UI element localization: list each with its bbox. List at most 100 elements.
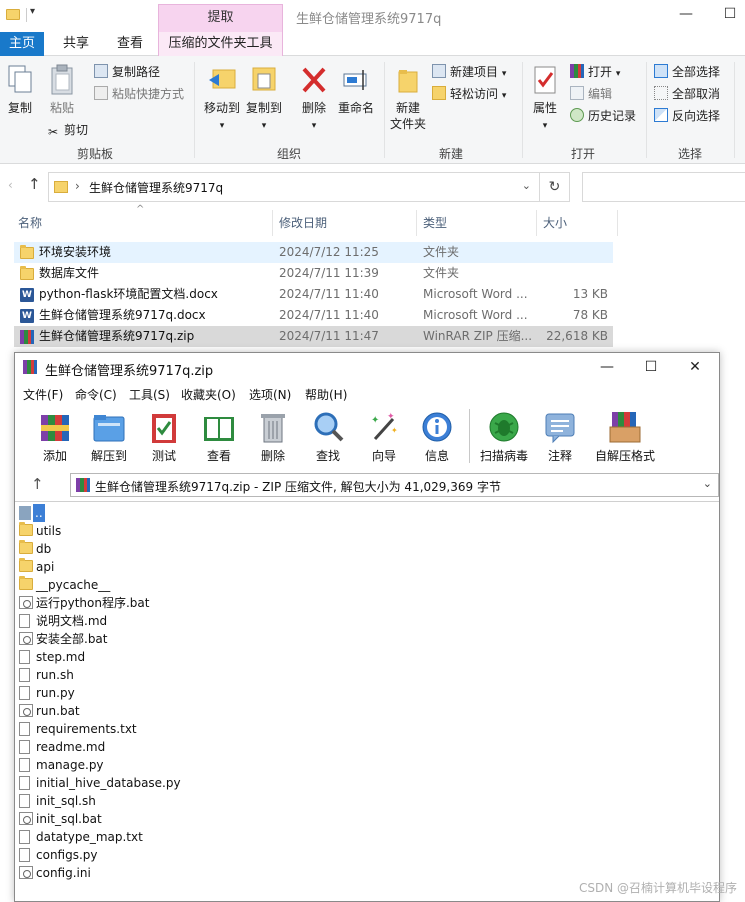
tab-share[interactable]: 共享 (52, 32, 100, 56)
column-header-date[interactable]: 修改日期 (279, 210, 327, 236)
search-input[interactable] (582, 172, 745, 202)
address-dropdown-icon[interactable]: ⌄ (522, 179, 531, 192)
tab-view[interactable]: 查看 (106, 32, 154, 56)
new-item-button[interactable]: 新建项目 ▾ (432, 62, 506, 82)
column-divider[interactable] (536, 210, 537, 236)
edit-icon (570, 86, 584, 100)
sfx-button[interactable]: 自解压格式 (593, 409, 657, 464)
info-button[interactable]: 信息 (419, 409, 455, 464)
file-icon (19, 758, 30, 772)
move-to-button[interactable]: 移动到 ▾ (202, 64, 242, 134)
chevron-down-icon[interactable]: ⌄ (703, 477, 712, 490)
parent-folder-icon (19, 506, 31, 520)
toolbar-divider (26, 8, 27, 22)
quick-access-folder-icon[interactable] (6, 9, 20, 20)
copy-icon (8, 65, 32, 93)
address-path[interactable]: 生鲜仓储管理系统9717q (89, 179, 223, 196)
address-bar[interactable]: › 生鲜仓储管理系统9717q ⌄ (48, 172, 540, 202)
virus-scan-button[interactable]: 扫描病毒 (479, 409, 529, 464)
wizard-button[interactable]: ✦ ✦ ✦ 向导 (365, 409, 403, 464)
back-chevron-icon[interactable]: ‹ (8, 178, 13, 192)
delete-archive-button[interactable]: 删除 (255, 409, 291, 464)
column-divider[interactable] (416, 210, 417, 236)
comment-button[interactable]: 注释 (541, 409, 579, 464)
column-header-type[interactable]: 类型 (423, 210, 447, 236)
file-row[interactable]: 生鲜仓储管理系统9717q.zip 2024/7/11 11:47 WinRAR… (14, 326, 613, 347)
easy-access-button[interactable]: 轻松访问 ▾ (432, 84, 506, 104)
new-group-label: 新建 (438, 147, 463, 161)
file-row[interactable]: W python-flask环境配置文档.docx 2024/7/11 11:4… (14, 284, 613, 305)
wizard-label: 向导 (371, 449, 396, 463)
copy-button[interactable]: 复制 (4, 64, 36, 116)
properties-dropdown-icon: ▾ (542, 121, 548, 131)
menu-options[interactable]: 选项(N) (249, 386, 291, 403)
paste-button[interactable]: 粘贴 (46, 64, 78, 116)
test-button[interactable]: 测试 (147, 409, 181, 464)
file-type: Microsoft Word ... (423, 287, 528, 301)
file-row[interactable]: 环境安装环境 2024/7/12 11:25 文件夹 (14, 242, 613, 263)
entry-name: api (36, 560, 55, 574)
menu-help[interactable]: 帮助(H) (305, 386, 347, 403)
minimize-icon[interactable]: — (676, 6, 696, 26)
quick-access-dropdown-icon[interactable]: ▾ (30, 6, 35, 17)
entry-name: db (36, 542, 52, 556)
menu-file[interactable]: 文件(F) (23, 386, 63, 403)
view-button[interactable]: 查看 (197, 409, 241, 464)
open-button[interactable]: 打开 ▾ (570, 62, 620, 82)
minimize-icon[interactable]: — (597, 359, 617, 379)
view-book-icon (204, 417, 234, 441)
file-date: 2024/7/12 11:25 (279, 245, 379, 259)
test-clipboard-icon (152, 414, 176, 443)
menu-tools[interactable]: 工具(S) (129, 386, 170, 403)
copy-to-button[interactable]: 复制到 ▾ (244, 64, 284, 134)
context-tab-extract[interactable]: 提取 (158, 4, 283, 32)
entry-name: .. (33, 504, 45, 522)
extract-to-button[interactable]: 解压到 (89, 409, 129, 464)
column-divider[interactable] (272, 210, 273, 236)
up-arrow-icon[interactable]: ↑ (31, 475, 44, 493)
refresh-icon[interactable]: ↻ (540, 172, 570, 202)
svg-text:✦: ✦ (387, 412, 395, 422)
breadcrumb-chevron-icon[interactable]: › (75, 179, 80, 193)
new-folder-button[interactable]: 新建 文件夹 (390, 64, 426, 132)
menu-commands[interactable]: 命令(C) (75, 386, 117, 403)
close-icon[interactable]: ✕ (685, 359, 705, 379)
invert-selection-button[interactable]: 反向选择 (654, 106, 720, 126)
add-button[interactable]: 添加 (35, 409, 75, 464)
ribbon-divider (522, 62, 523, 158)
archive-path-text: 生鲜仓储管理系统9717q.zip - ZIP 压缩文件, 解包大小为 41,0… (95, 480, 501, 494)
delete-button[interactable]: 删除 ▾ (296, 64, 332, 134)
file-row[interactable]: 数据库文件 2024/7/11 11:39 文件夹 (14, 263, 613, 284)
new-item-label: 新建项目 (450, 65, 499, 79)
winrar-archive-icon (76, 478, 90, 492)
copy-path-button[interactable]: 复制路径 (94, 62, 160, 82)
paste-shortcut-button[interactable]: 粘贴快捷方式 (94, 84, 184, 104)
address-navbar: ‹ ↑ › 生鲜仓储管理系统9717q ⌄ ↻ (0, 170, 745, 204)
column-divider[interactable] (617, 210, 618, 236)
column-header-size[interactable]: 大小 (543, 210, 567, 236)
rename-button[interactable]: 重命名 (336, 64, 376, 116)
maximize-icon[interactable]: ☐ (720, 6, 740, 26)
file-row[interactable]: W 生鲜仓储管理系统9717q.docx 2024/7/11 11:40 Mic… (14, 305, 613, 326)
column-header-name[interactable]: 名称 (18, 210, 42, 236)
tab-compressed-folder-tools[interactable]: 压缩的文件夹工具 (158, 32, 283, 56)
entry-name: manage.py (36, 758, 104, 772)
menu-favorites[interactable]: 收藏夹(O) (181, 386, 236, 403)
find-button[interactable]: 查找 (309, 409, 347, 464)
edit-button[interactable]: 编辑 (570, 84, 612, 104)
tab-home[interactable]: 主页 (0, 32, 44, 56)
properties-label: 属性 (532, 101, 557, 115)
rename-label: 重命名 (337, 101, 374, 115)
select-none-button[interactable]: 全部取消 (654, 84, 720, 104)
file-type: 文件夹 (423, 245, 460, 259)
cut-button[interactable]: ✂ 剪切 (46, 120, 88, 140)
select-all-button[interactable]: 全部选择 (654, 62, 720, 82)
file-icon (19, 848, 30, 862)
archive-file-list: .. utils db api __pycache__ 运行python程序.b… (15, 501, 719, 902)
maximize-icon[interactable]: ☐ (641, 359, 661, 379)
history-button[interactable]: 历史记录 (570, 106, 636, 126)
up-arrow-icon[interactable]: ↑ (28, 175, 41, 193)
properties-button[interactable]: 属性 ▾ (528, 64, 562, 134)
archive-path-combobox[interactable]: 生鲜仓储管理系统9717q.zip - ZIP 压缩文件, 解包大小为 41,0… (70, 473, 719, 497)
batch-file-icon (19, 632, 33, 645)
